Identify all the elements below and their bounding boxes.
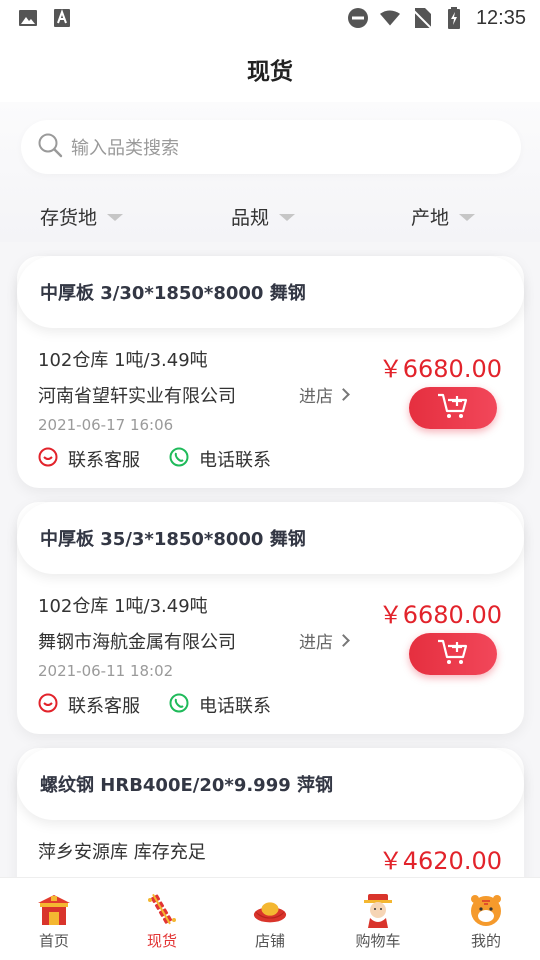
company-name: 河南省望轩实业有限公司 xyxy=(38,386,236,407)
listing-date: 2021-06-17 16:06 xyxy=(38,416,174,434)
enter-store-link[interactable]: 进店 xyxy=(299,382,350,407)
enter-store-link[interactable]: 进店 xyxy=(299,628,350,653)
company-name: 舞钢市海航金属有限公司 xyxy=(38,632,236,653)
chat-icon xyxy=(38,693,58,718)
price: ￥6680.00 xyxy=(378,355,502,383)
search-icon xyxy=(37,132,63,162)
caret-down-icon xyxy=(107,214,124,221)
product-name: 中厚板 35/3*1850*8000 舞钢 xyxy=(40,529,306,550)
search-input[interactable]: 输入品类搜索 xyxy=(21,120,521,174)
listing-header[interactable]: 中厚板 3/30*1850*8000 舞钢 xyxy=(17,256,524,328)
search-placeholder: 输入品类搜索 xyxy=(71,138,179,159)
search-area: 输入品类搜索 存货地 品规 产地 xyxy=(0,102,540,242)
image-icon xyxy=(18,8,38,28)
gold-ingot-icon xyxy=(252,892,288,928)
battery-charging-icon xyxy=(444,7,464,29)
tab-label: 店铺 xyxy=(254,932,285,950)
tab-spot-goods[interactable]: 现货 xyxy=(108,878,216,960)
filter-label: 品规 xyxy=(231,206,270,229)
no-sim-icon xyxy=(412,8,432,28)
text-a-icon xyxy=(52,8,72,28)
phone-icon xyxy=(169,693,189,718)
phone-contact-label: 电话联系 xyxy=(199,450,271,471)
filter-origin[interactable]: 产地 xyxy=(411,203,476,230)
contact-service-button[interactable]: 联系客服 xyxy=(38,692,140,718)
phone-icon xyxy=(169,447,189,472)
tab-label: 购物车 xyxy=(355,932,401,950)
tab-label: 首页 xyxy=(38,932,69,950)
phone-contact-button[interactable]: 电话联系 xyxy=(169,692,271,718)
chevron-right-icon xyxy=(337,634,350,647)
page-title: 现货 xyxy=(247,59,293,85)
chat-icon xyxy=(38,447,58,472)
filter-label: 产地 xyxy=(411,206,450,229)
status-bar: 12:35 xyxy=(0,0,540,36)
stock-info: 102仓库 1吨/3.49吨 xyxy=(38,350,208,371)
cart-plus-icon xyxy=(436,638,470,670)
contact-service-label: 联系客服 xyxy=(68,450,140,471)
listing-card[interactable]: 中厚板 35/3*1850*8000 舞钢 102仓库 1吨/3.49吨 舞钢市… xyxy=(17,502,524,734)
home-gate-icon xyxy=(36,892,72,928)
caret-down-icon xyxy=(279,214,296,221)
tab-mine[interactable]: 我的 xyxy=(432,878,540,960)
enter-store-label: 进店 xyxy=(299,387,333,407)
phone-contact-button[interactable]: 电话联系 xyxy=(169,446,271,472)
tab-label: 现货 xyxy=(146,932,177,950)
listing-card[interactable]: 中厚板 3/30*1850*8000 舞钢 102仓库 1吨/3.49吨 河南省… xyxy=(17,256,524,488)
filter-spec[interactable]: 品规 xyxy=(231,203,296,230)
bottom-tab-bar: 首页 现货 店铺 购物车 我的 xyxy=(0,877,540,960)
filter-bar: 存货地 品规 产地 xyxy=(0,198,540,234)
tab-label: 我的 xyxy=(470,932,501,950)
do-not-disturb-icon xyxy=(347,8,368,28)
firecracker-icon xyxy=(144,892,180,928)
add-to-cart-button[interactable] xyxy=(409,633,497,675)
wifi-icon xyxy=(379,8,400,28)
status-time: 12:35 xyxy=(475,6,526,29)
fortune-god-icon xyxy=(360,892,396,928)
listing-header[interactable]: 螺纹钢 HRB400E/20*9.999 萍钢 xyxy=(17,748,524,820)
tab-home[interactable]: 首页 xyxy=(0,878,108,960)
add-to-cart-button[interactable] xyxy=(409,387,497,429)
phone-contact-label: 电话联系 xyxy=(199,696,271,717)
listing-header[interactable]: 中厚板 35/3*1850*8000 舞钢 xyxy=(17,502,524,574)
chevron-right-icon xyxy=(337,388,350,401)
contact-service-button[interactable]: 联系客服 xyxy=(38,446,140,472)
filter-label: 存货地 xyxy=(40,206,98,229)
product-name: 中厚板 3/30*1850*8000 舞钢 xyxy=(40,283,306,304)
stock-info: 102仓库 1吨/3.49吨 xyxy=(38,596,208,617)
price: ￥6680.00 xyxy=(378,601,502,629)
tab-cart[interactable]: 购物车 xyxy=(324,878,432,960)
listing-date: 2021-06-11 18:02 xyxy=(38,662,174,680)
contact-service-label: 联系客服 xyxy=(68,696,140,717)
tab-store[interactable]: 店铺 xyxy=(216,878,324,960)
caret-down-icon xyxy=(459,214,476,221)
product-name: 螺纹钢 HRB400E/20*9.999 萍钢 xyxy=(40,775,334,796)
stock-info: 萍乡安源库 库存充足 xyxy=(38,842,206,863)
filter-location[interactable]: 存货地 xyxy=(40,203,124,230)
enter-store-label: 进店 xyxy=(299,633,333,653)
price: ￥4620.00 xyxy=(378,847,502,875)
tiger-icon xyxy=(468,892,504,928)
title-bar: 现货 xyxy=(0,36,540,102)
cart-plus-icon xyxy=(436,392,470,424)
